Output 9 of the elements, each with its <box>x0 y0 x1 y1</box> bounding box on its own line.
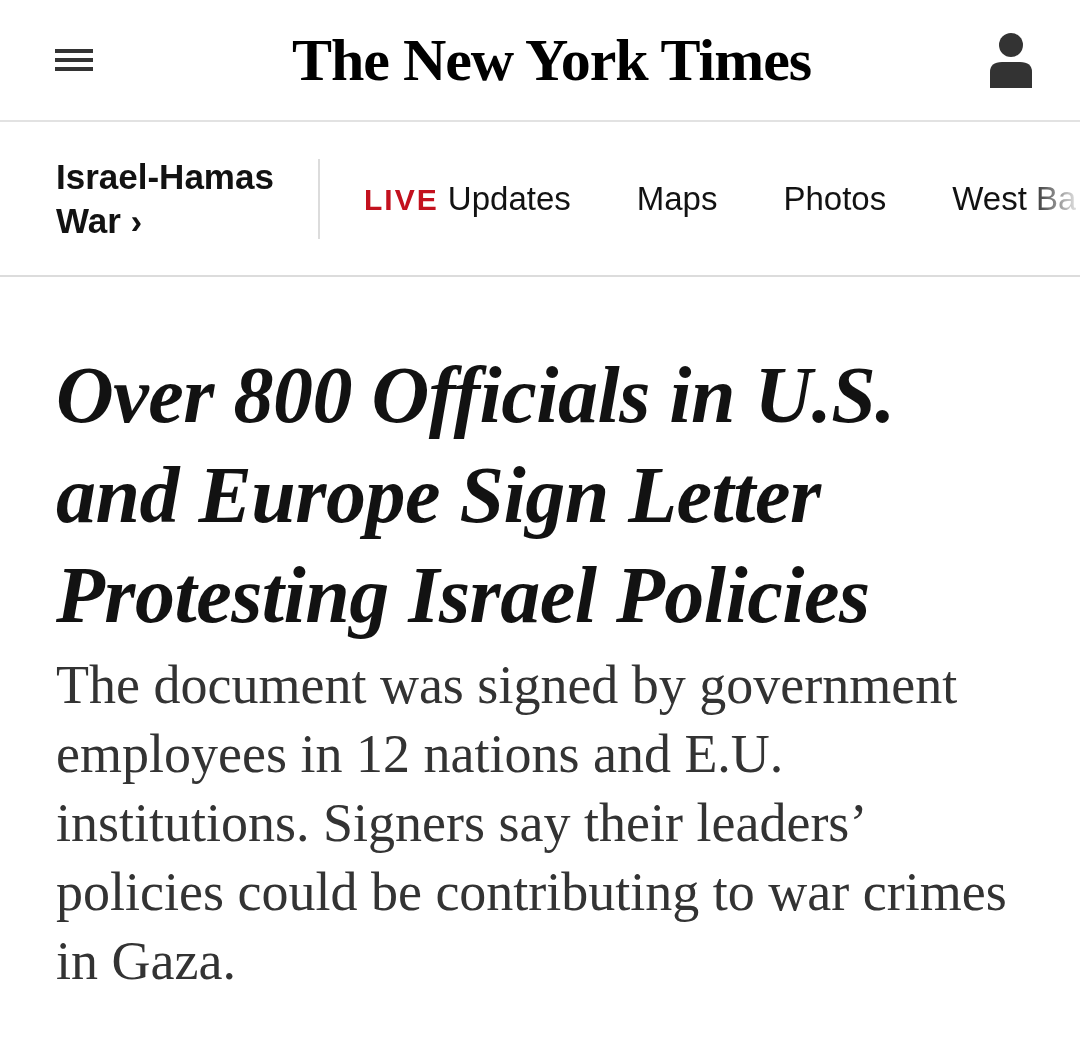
nav-link[interactable]: Maps <box>636 179 718 218</box>
nav-link[interactable]: LIVE Updates <box>364 179 571 218</box>
article-headline: Over 800 Officials in U.S. and Europe Sign Letter Protesting Israel Policies <box>56 350 896 641</box>
nav-link[interactable]: Photos <box>783 179 887 218</box>
newspaper-logo[interactable]: The New York Times <box>291 25 812 95</box>
menu-icon[interactable] <box>55 49 93 71</box>
account-icon[interactable] <box>990 32 1032 88</box>
article-summary: The document was signed by government employees in 12 nations and E.U. institutions. Signers say their leaders’ policies could be contributing to war crimes in Gaza. <box>56 654 1008 993</box>
section-link[interactable]: Israel-Hamas War › <box>56 154 298 243</box>
